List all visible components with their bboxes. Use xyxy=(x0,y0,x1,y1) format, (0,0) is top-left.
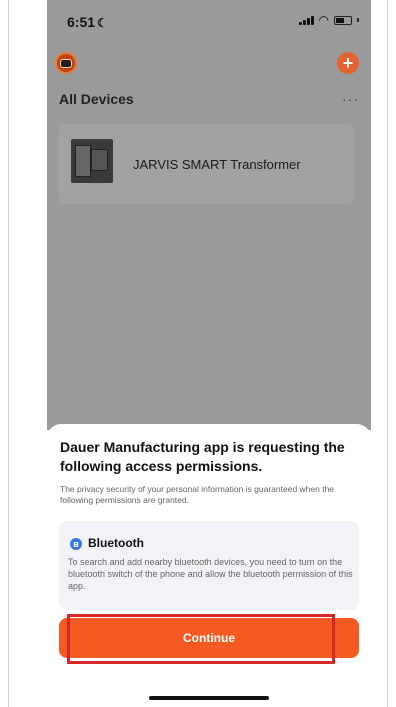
devices-header: All Devices ··· xyxy=(59,91,359,109)
continue-highlight-box xyxy=(67,614,335,664)
phone-screen: 6:51 ☾ ◠ + All Devices ··· JARVIS SMART T… xyxy=(47,0,371,707)
time-text: 6:51 xyxy=(67,14,96,30)
bluetooth-permission-card: ʙ Bluetooth To search and add nearby blu… xyxy=(59,521,359,610)
wifi-icon: ◠ xyxy=(318,13,329,27)
add-device-button[interactable]: + xyxy=(337,52,359,74)
transformer-device-icon xyxy=(71,139,113,183)
status-icons: ◠ xyxy=(298,13,359,27)
permission-title: Bluetooth xyxy=(88,536,144,550)
permission-description: To search and add nearby bluetooth devic… xyxy=(68,557,353,591)
device-name: JARVIS SMART Transformer xyxy=(133,157,301,172)
moon-icon: ☾ xyxy=(97,16,108,30)
battery-icon xyxy=(334,15,352,25)
home-indicator xyxy=(149,696,269,700)
more-options-icon[interactable]: ··· xyxy=(342,91,359,107)
signal-icon xyxy=(298,15,314,25)
app-top-bar: + xyxy=(47,50,371,76)
permission-sheet-subtitle: The privacy security of your personal in… xyxy=(60,484,335,505)
devices-title: All Devices xyxy=(59,91,134,107)
battery-tip-icon xyxy=(357,18,359,22)
status-bar: 6:51 ☾ ◠ xyxy=(47,0,371,40)
status-time: 6:51 ☾ xyxy=(67,14,108,30)
permission-sheet: Dauer Manufacturing app is requesting th… xyxy=(47,424,371,707)
avatar-icon xyxy=(60,58,72,68)
bluetooth-icon: ʙ xyxy=(70,538,82,550)
permission-sheet-title: Dauer Manufacturing app is requesting th… xyxy=(60,439,345,474)
device-card[interactable]: JARVIS SMART Transformer xyxy=(58,124,355,204)
avatar[interactable] xyxy=(55,52,77,74)
